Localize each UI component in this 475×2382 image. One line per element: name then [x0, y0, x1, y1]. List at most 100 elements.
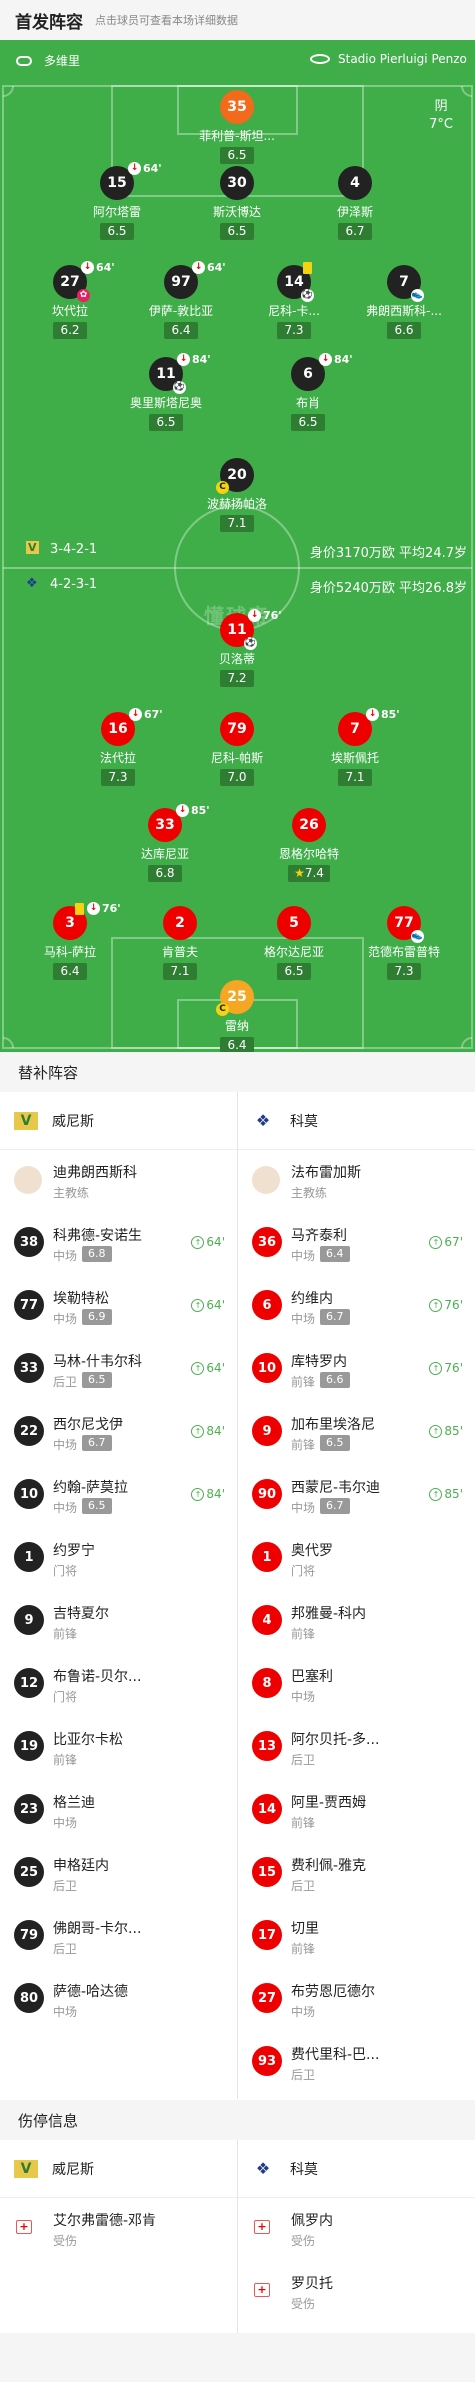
sub-out-marker: ↓ 64': [81, 261, 115, 274]
player-number: 77: [14, 1290, 44, 1320]
player-away-79[interactable]: 79 尼科-帕斯 7.0: [182, 712, 292, 786]
player-rating: 6.8: [82, 1246, 112, 1262]
sub-player-away[interactable]: 90 西蒙尼-韦尔迪 中场 6.7 ↑ 85': [238, 1465, 475, 1528]
sub-in-time: ↑ 67': [429, 1235, 463, 1249]
home-coach[interactable]: 迪弗朗西斯科 主教练: [0, 1150, 237, 1213]
player-name: 科弗德-安诺生: [53, 1228, 143, 1244]
sub-out-marker: ↓ 85': [366, 708, 400, 721]
player-home-27[interactable]: 27 ↓ 64' ✿ 坎代拉 6.2: [15, 261, 125, 339]
sub-out-icon: ↓: [129, 708, 142, 721]
sub-player-home[interactable]: 9 吉特夏尔 前锋: [0, 1591, 237, 1654]
player-home-35[interactable]: 35 菲利普-斯坦... 6.5: [182, 90, 292, 164]
player-away-2[interactable]: 2 肯普夫 7.1: [125, 906, 235, 980]
player-position: 后卫: [53, 1375, 78, 1389]
sub-player-home[interactable]: 80 萨德-哈达德 中场: [0, 1969, 237, 2032]
player-away-33[interactable]: 33 ↓ 85' 达库尼亚 6.8: [110, 804, 220, 882]
sub-in-time: ↑ 64': [191, 1361, 225, 1375]
sub-player-home[interactable]: 1 约罗宁 门将: [0, 1528, 237, 1591]
player-away-26[interactable]: 26 恩格尔哈特 ★7.4: [254, 808, 364, 882]
sub-out-marker: ↓ 76': [87, 902, 121, 915]
sub-player-away[interactable]: 9 加布里埃洛尼 前锋 6.5 ↑ 85': [238, 1402, 475, 1465]
player-away-3[interactable]: 3 ↓ 76' 马科-萨拉 6.4: [15, 902, 125, 980]
sub-player-home[interactable]: 19 比亚尔卡松 前锋: [0, 1717, 237, 1780]
player-name: 约罗宁: [53, 1543, 95, 1559]
sub-player-home[interactable]: 33 马林-什韦尔科 后卫 6.5 ↑ 64': [0, 1339, 237, 1402]
sub-player-home[interactable]: 77 埃勒特松 中场 6.9 ↑ 64': [0, 1276, 237, 1339]
player-rating: 6.4: [53, 963, 87, 980]
player-home-6[interactable]: 6 ↓ 84' 布肖 6.5: [253, 353, 363, 431]
player-name: 邦雅曼-科内: [291, 1606, 367, 1622]
sub-player-away[interactable]: 8 巴塞利 中场: [238, 1654, 475, 1717]
sub-player-home[interactable]: 79 佛朗哥-卡尔... 后卫: [0, 1906, 237, 1969]
player-position: 中场: [53, 1438, 78, 1452]
sub-player-away[interactable]: 93 费代里科-巴... 后卫: [238, 2032, 475, 2095]
player-name: 埃勒特松: [53, 1291, 109, 1307]
player-home-30[interactable]: 30 斯沃博达 6.5: [182, 166, 292, 240]
player-number: 27: [252, 1983, 282, 2013]
player-number: 13: [252, 1731, 282, 1761]
player-away-77[interactable]: 77 👟 范德布雷普特 7.3: [349, 906, 459, 980]
player-rating: 6.4: [164, 322, 198, 339]
sub-player-away[interactable]: 36 马齐泰利 中场 6.4 ↑ 67': [238, 1213, 475, 1276]
sub-player-away[interactable]: 6 约维内 中场 6.7 ↑ 76': [238, 1276, 475, 1339]
sub-player-home[interactable]: 25 申格廷内 后卫: [0, 1843, 237, 1906]
sub-player-home[interactable]: 12 布鲁诺-贝尔... 门将: [0, 1654, 237, 1717]
player-name: 巴塞利: [291, 1669, 333, 1685]
player-position: 前锋: [291, 1627, 316, 1641]
player-name: 马科-萨拉: [43, 945, 97, 959]
player-rating: ★7.4: [288, 865, 330, 882]
player-home-4[interactable]: 4 伊泽斯 6.7: [300, 166, 410, 240]
player-position: 前锋: [291, 1942, 316, 1956]
sub-player-away[interactable]: 13 阿尔贝托-多... 后卫: [238, 1717, 475, 1780]
injury-home-0[interactable]: + 艾尔弗雷德-邓肯 受伤: [0, 2198, 237, 2261]
sub-in-icon: ↑: [191, 1487, 205, 1501]
player-number: 22: [14, 1416, 44, 1446]
player-away-7[interactable]: 7 ↓ 85' 埃斯佩托 7.1: [300, 708, 410, 786]
player-home-97[interactable]: 97 ↓ 64' 伊萨-敦比亚 6.4: [126, 261, 236, 339]
sub-player-away[interactable]: 15 费利佩-雅克 后卫: [238, 1843, 475, 1906]
home-team-value: 身价3170万欧 平均24.7岁: [309, 546, 467, 561]
player-home-11[interactable]: 11 ↓ 84' ⚽ 奥里斯塔尼奥 6.5: [111, 353, 221, 431]
player-away-11[interactable]: 11 ↓ 76' ⚽ 贝洛蒂 7.2: [182, 609, 292, 687]
player-position: 后卫: [291, 2068, 316, 2082]
sub-player-away[interactable]: 17 切里 前锋: [238, 1906, 475, 1969]
pitch: 多维里 Stadio Pierluigi Penzo 阴 7°C 懂球帝 35 …: [0, 40, 475, 1052]
lineup-subtitle: 点击球员可查看本场详细数据: [95, 14, 238, 27]
sub-player-home[interactable]: 22 西尔尼戈伊 中场 6.7 ↑ 84': [0, 1402, 237, 1465]
player-number: 93: [252, 2046, 282, 2076]
sub-player-away[interactable]: 14 阿里-贾西姆 前锋: [238, 1780, 475, 1843]
player-name: 阿里-贾西姆: [291, 1795, 367, 1811]
player-number: 80: [14, 1983, 44, 2013]
player-name: 费代里科-巴...: [291, 2047, 380, 2063]
player-home-20[interactable]: 20 C 波赫扬帕洛 7.1: [182, 458, 292, 532]
player-number: 1: [252, 1542, 282, 1572]
player-rating: 6.6: [387, 322, 421, 339]
sub-player-away[interactable]: 1 奥代罗 门将: [238, 1528, 475, 1591]
assist-icon: ✿: [77, 289, 90, 302]
player-number: 14: [252, 1794, 282, 1824]
injury-away-1[interactable]: + 罗贝托 受伤: [238, 2261, 475, 2324]
sub-player-home[interactable]: 38 科弗德-安诺生 中场 6.8 ↑ 64': [0, 1213, 237, 1276]
player-rating: 6.2: [53, 322, 87, 339]
sub-player-away[interactable]: 27 布劳恩厄德尔 中场: [238, 1969, 475, 2032]
sub-player-away[interactable]: 10 库特罗内 前锋 6.6 ↑ 76': [238, 1339, 475, 1402]
sub-player-home[interactable]: 10 约翰-萨莫拉 中场 6.5 ↑ 84': [0, 1465, 237, 1528]
player-away-5[interactable]: 5 格尔达尼亚 6.5: [239, 906, 349, 980]
player-rating: 6.5: [320, 1435, 350, 1451]
player-home-7[interactable]: 7 👟 弗朗西斯科-... 6.6: [349, 265, 459, 339]
away-coach[interactable]: 法布雷加斯 主教练: [238, 1150, 475, 1213]
star-icon: ★: [294, 866, 305, 880]
player-away-16[interactable]: 16 ↓ 67' 法代拉 7.3: [63, 708, 173, 786]
player-position: 后卫: [291, 1753, 316, 1767]
player-name: 吉特夏尔: [53, 1606, 109, 1622]
player-home-14[interactable]: 14 ⚽ 尼科-卡... 7.3: [239, 262, 349, 339]
player-position: 中场: [291, 1690, 316, 1704]
venezia-logo-icon: V: [14, 2160, 38, 2178]
injury-away-0[interactable]: + 佩罗内 受伤: [238, 2198, 475, 2261]
player-name: 雷纳: [224, 1019, 249, 1033]
player-away-25[interactable]: 25 C 雷纳 6.4: [182, 980, 292, 1052]
player-position: 中场: [291, 1312, 316, 1326]
player-home-15[interactable]: 15 ↓ 64' 阿尔塔雷 6.5: [62, 162, 172, 240]
sub-player-home[interactable]: 23 格兰迪 中场: [0, 1780, 237, 1843]
sub-player-away[interactable]: 4 邦雅曼-科内 前锋: [238, 1591, 475, 1654]
